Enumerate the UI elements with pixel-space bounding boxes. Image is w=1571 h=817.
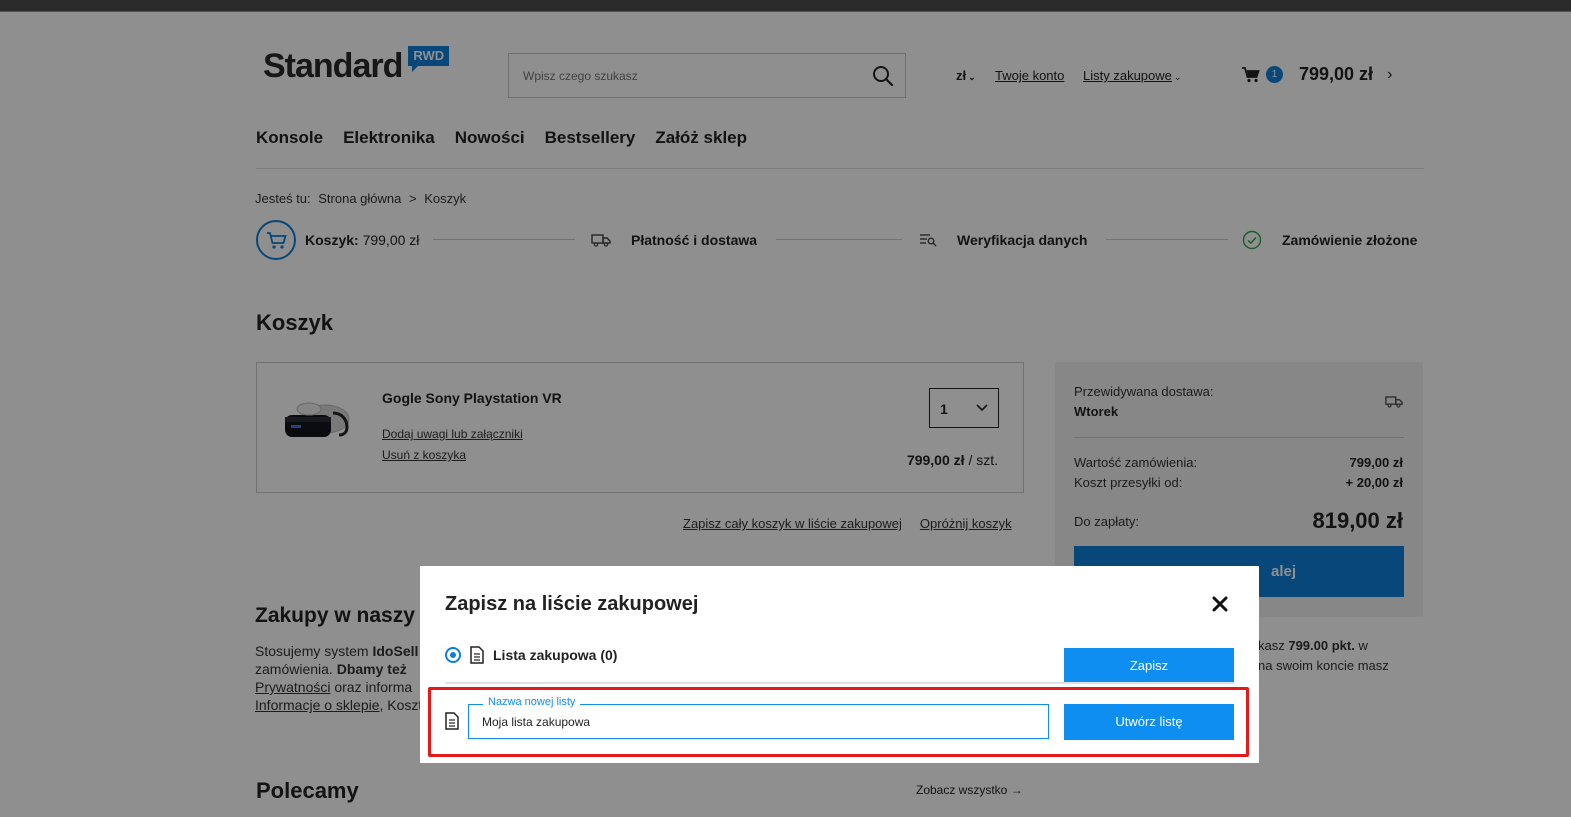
list-radio-selected[interactable] <box>445 647 461 663</box>
close-icon[interactable] <box>1210 594 1230 614</box>
shopping-list-option[interactable]: Lista zakupowa (0) <box>493 647 617 663</box>
browser-top-bar <box>0 0 1571 12</box>
document-icon <box>470 646 484 664</box>
highlight-box <box>428 687 1249 757</box>
save-button[interactable]: Zapisz <box>1064 648 1234 684</box>
modal-title: Zapisz na liście zakupowej <box>445 593 699 615</box>
modal-divider <box>445 682 1234 684</box>
page: Standard RWD zł⌄ Twoje konto Listy zakup… <box>0 12 1571 817</box>
